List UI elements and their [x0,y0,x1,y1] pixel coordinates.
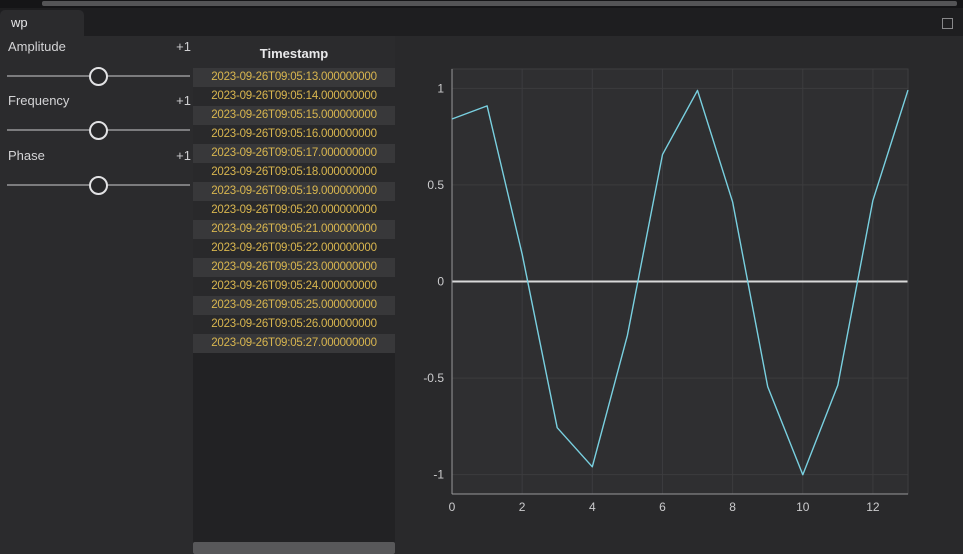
table-row: 2023-09-26T09:05:15.000000000 [193,106,395,125]
y-axis-tick-label: -1 [433,468,444,482]
slider-handle[interactable] [89,67,108,86]
table-row: 2023-09-26T09:05:21.000000000 [193,220,395,239]
timestamp-cell: 2023-09-26T09:05:15.000000000 [211,109,377,121]
tab-label: wp [11,15,28,30]
timestamp-cell: 2023-09-26T09:05:26.000000000 [211,318,377,330]
frequency-value: +1 [176,93,191,108]
amplitude-control: Amplitude +1 [0,36,193,90]
scrollbar-thumb[interactable] [193,542,395,554]
slider-handle[interactable] [89,121,108,140]
frequency-label: Frequency [8,93,69,108]
square-outline-icon [942,18,953,29]
timestamp-cell: 2023-09-26T09:05:16.000000000 [211,128,377,140]
timestamp-cell: 2023-09-26T09:05:23.000000000 [211,261,377,273]
titlebar-drag-strip [42,1,957,6]
frequency-control: Frequency +1 [0,90,193,144]
window-button[interactable] [940,16,954,30]
timestamp-cell: 2023-09-26T09:05:20.000000000 [211,204,377,216]
x-axis-tick-label: 10 [796,500,810,514]
y-axis-tick-label: 0.5 [427,178,444,192]
frequency-slider[interactable] [7,120,190,140]
phase-value: +1 [176,148,191,163]
amplitude-value: +1 [176,39,191,54]
y-axis-tick-label: 1 [437,81,444,95]
table-row: 2023-09-26T09:05:22.000000000 [193,239,395,258]
table-row: 2023-09-26T09:05:16.000000000 [193,125,395,144]
timestamp-cell: 2023-09-26T09:05:25.000000000 [211,299,377,311]
slider-handle[interactable] [89,176,108,195]
amplitude-slider[interactable] [7,66,190,86]
table-row: 2023-09-26T09:05:13.000000000 [193,68,395,87]
tab-bar: wp [0,8,963,36]
table-empty-area [193,353,395,542]
table-header: Timestamp [193,36,395,68]
controls-panel: Amplitude +1 Frequency +1 Phase +1 [0,36,193,554]
table-row: 2023-09-26T09:05:19.000000000 [193,182,395,201]
titlebar [0,0,963,8]
table-row: 2023-09-26T09:05:23.000000000 [193,258,395,277]
table-row: 2023-09-26T09:05:18.000000000 [193,163,395,182]
table-row: 2023-09-26T09:05:24.000000000 [193,277,395,296]
sine-plot[interactable]: 1 0.5 0 -0.5 -1 0 2 4 6 8 10 12 [395,36,963,554]
phase-slider[interactable] [7,175,190,195]
amplitude-row: Amplitude +1 [8,39,191,54]
app-window: wp Amplitude +1 Frequency +1 [0,0,963,554]
timestamp-cell: 2023-09-26T09:05:19.000000000 [211,185,377,197]
timestamp-table: Timestamp 2023-09-26T09:05:13.0000000002… [193,36,395,554]
table-row: 2023-09-26T09:05:25.000000000 [193,296,395,315]
timestamp-cell: 2023-09-26T09:05:27.000000000 [211,337,377,349]
x-axis-tick-label: 8 [729,500,736,514]
phase-row: Phase +1 [8,148,191,163]
x-axis-tick-label: 2 [519,500,526,514]
table-row: 2023-09-26T09:05:17.000000000 [193,144,395,163]
timestamp-cell: 2023-09-26T09:05:21.000000000 [211,223,377,235]
chart-panel: 1 0.5 0 -0.5 -1 0 2 4 6 8 10 12 [395,36,963,554]
timestamp-cell: 2023-09-26T09:05:18.000000000 [211,166,377,178]
table-body: 2023-09-26T09:05:13.000000000 2023-09-26T… [193,68,395,353]
table-row: 2023-09-26T09:05:27.000000000 [193,334,395,353]
table-header-label: Timestamp [260,46,328,61]
timestamp-cell: 2023-09-26T09:05:13.000000000 [211,71,377,83]
amplitude-label: Amplitude [8,39,66,54]
y-axis-tick-label: -0.5 [423,371,444,385]
frequency-row: Frequency +1 [8,93,191,108]
x-axis-tick-label: 0 [449,500,456,514]
phase-label: Phase [8,148,45,163]
horizontal-scrollbar[interactable] [193,542,395,554]
x-axis-tick-label: 4 [589,500,596,514]
table-row: 2023-09-26T09:05:20.000000000 [193,201,395,220]
x-axis-tick-label: 12 [866,500,880,514]
x-axis-tick-label: 6 [659,500,666,514]
phase-control: Phase +1 [0,145,193,199]
table-row: 2023-09-26T09:05:26.000000000 [193,315,395,334]
tab-wp[interactable]: wp [0,10,84,36]
timestamp-cell: 2023-09-26T09:05:22.000000000 [211,242,377,254]
table-row: 2023-09-26T09:05:14.000000000 [193,87,395,106]
y-axis-tick-label: 0 [437,275,444,289]
timestamp-cell: 2023-09-26T09:05:14.000000000 [211,90,377,102]
timestamp-cell: 2023-09-26T09:05:24.000000000 [211,280,377,292]
timestamp-cell: 2023-09-26T09:05:17.000000000 [211,147,377,159]
